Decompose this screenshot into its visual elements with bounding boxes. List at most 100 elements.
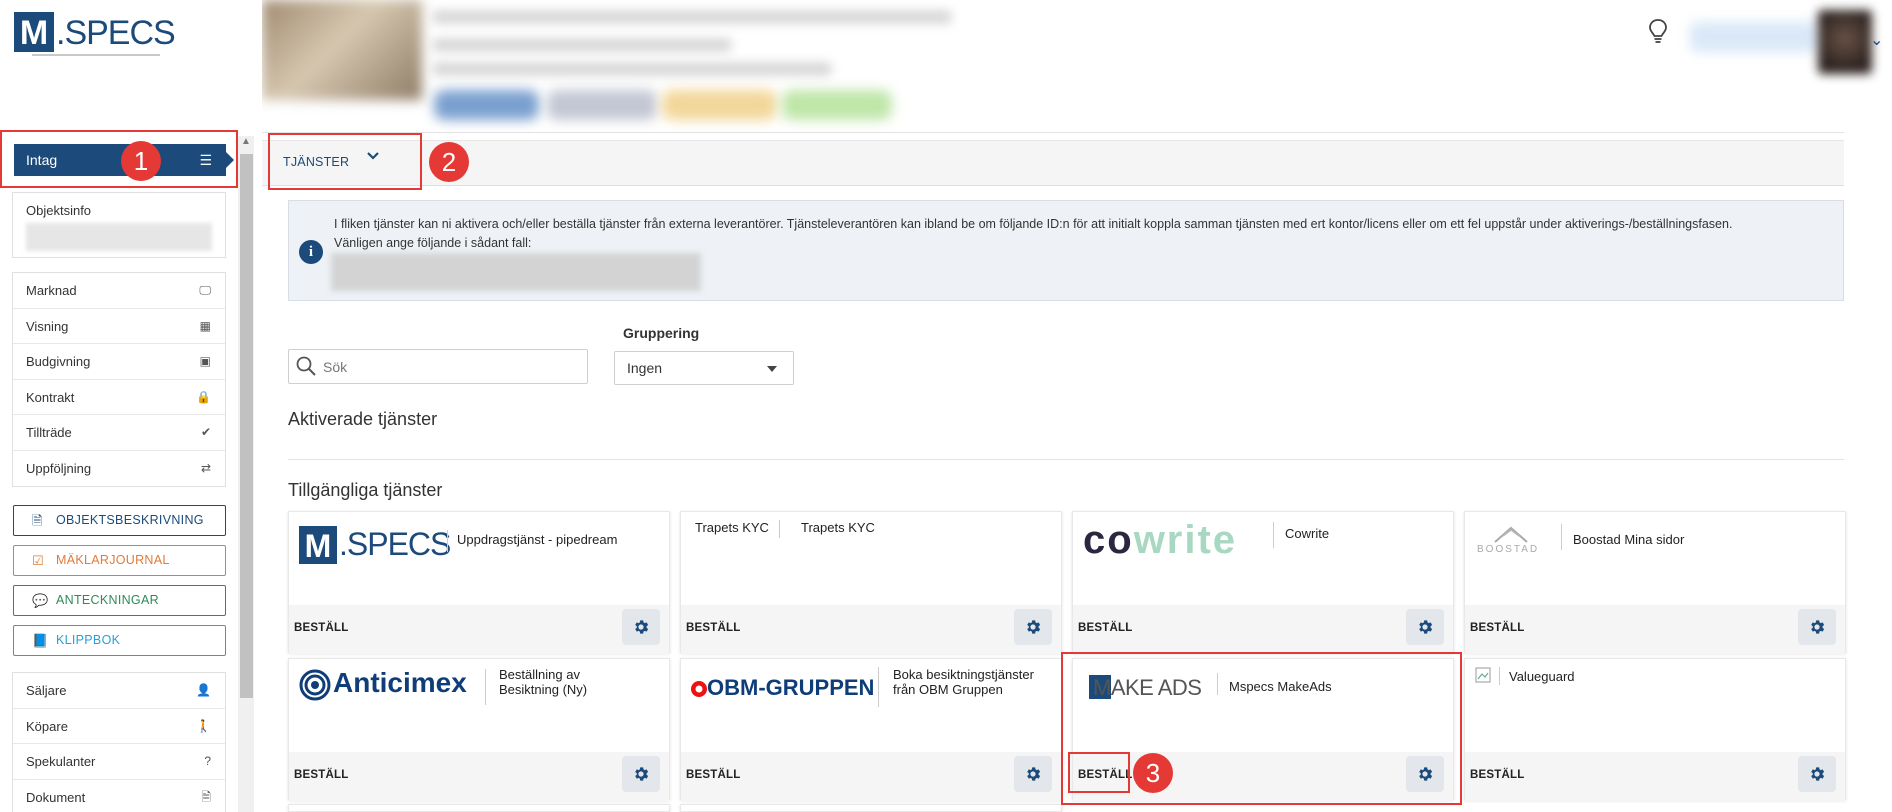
sidebar-item-budgivning[interactable]: Budgivning ▣	[13, 344, 225, 380]
anteckningar-button[interactable]: 💬 ANTECKNINGAR	[13, 585, 226, 616]
service-card	[680, 804, 1062, 812]
blurred-text	[432, 62, 832, 76]
sidebar-item-visning[interactable]: Visning ▦	[13, 309, 225, 344]
info-text-line-2: Vänligen ange följande i sådant fall:	[334, 236, 532, 250]
monitor-icon: 🖵	[199, 283, 211, 297]
info-box: i I fliken tjänster kan ni aktivera och/…	[288, 200, 1844, 301]
settings-button[interactable]	[1798, 609, 1836, 645]
gear-icon	[1811, 620, 1825, 634]
service-card: Valueguard BESTÄLL	[1464, 658, 1846, 801]
sidebar-item-marknad[interactable]: Marknad 🖵	[13, 273, 225, 309]
sidebar-item-dokument[interactable]: Dokument 🗎	[13, 780, 225, 812]
service-card	[288, 804, 670, 812]
anticimex-logo-icon	[299, 669, 331, 701]
service-title: Boostad Mina sidor	[1573, 532, 1685, 547]
settings-button[interactable]	[622, 756, 660, 792]
avatar[interactable]	[1818, 10, 1872, 74]
step-badge-1: 1	[121, 141, 161, 181]
sidebar-item-säljare[interactable]: Säljare 👤	[13, 673, 225, 709]
settings-button[interactable]	[622, 609, 660, 645]
activated-services-heading: Aktiverade tjänster	[288, 409, 438, 429]
objektsinfo-card[interactable]: Objektsinfo	[12, 192, 226, 258]
highlight-box-2	[268, 133, 422, 190]
section-divider	[288, 459, 1844, 460]
blurred-object-info	[26, 223, 212, 251]
service-card: M .SPECS Uppdragstjänst - pipedream BEST…	[288, 511, 670, 654]
sidebar-item-label: Spekulanter	[26, 754, 96, 769]
user-name[interactable]	[1690, 22, 1820, 52]
order-button[interactable]: BESTÄLL	[686, 769, 740, 781]
blurred-ids	[331, 253, 701, 291]
mäklarjournal-button[interactable]: ☑ MÄKLARJOURNAL	[13, 545, 226, 576]
order-button[interactable]: BESTÄLL	[1078, 622, 1132, 634]
mspecs-logo[interactable]: M .SPECS	[14, 12, 176, 62]
order-button[interactable]: BESTÄLL	[686, 622, 740, 634]
button-label: MÄKLARJOURNAL	[56, 553, 170, 567]
sidebar-item-tillträde[interactable]: Tillträde ✔	[13, 415, 225, 451]
check-icon: ✔	[200, 425, 211, 439]
checkbox-icon: ☑	[32, 553, 44, 568]
button-label: KLIPPBOK	[56, 633, 121, 647]
sidebar-item-label: Kontrakt	[26, 389, 75, 405]
lock-icon: 🔒	[196, 389, 211, 404]
order-button[interactable]: BESTÄLL	[294, 769, 348, 781]
service-card-body: Anticimex Beställning av Besiktning (Ny)	[289, 659, 669, 752]
service-card-footer: BESTÄLL	[681, 605, 1061, 654]
info-text: I fliken tjänster kan ni aktivera och/el…	[334, 215, 1824, 253]
order-button[interactable]: BESTÄLL	[294, 622, 348, 634]
lightbulb-icon[interactable]	[1648, 18, 1668, 46]
person-icon: 🚶	[196, 718, 211, 733]
search-input[interactable]	[323, 356, 578, 378]
scroll-up-arrow[interactable]: ▲	[241, 136, 251, 147]
logo-underline	[32, 54, 160, 56]
service-card-body: BOOSTAD Boostad Mina sidor	[1465, 512, 1845, 605]
sidebar-item-label: Tillträde	[26, 425, 72, 440]
settings-button[interactable]	[1014, 609, 1052, 645]
blurred-text	[432, 10, 952, 24]
sidebar-item-uppföljning[interactable]: Uppföljning ⇄	[13, 451, 225, 487]
service-card-footer: BESTÄLL	[1073, 605, 1453, 654]
service-card-body: cowrite Cowrite	[1073, 512, 1453, 605]
sidebar-item-spekulanter[interactable]: Spekulanter?	[13, 744, 225, 780]
document-icon: 🗎	[32, 513, 43, 528]
service-card-body: Trapets KYC Trapets KYC	[681, 512, 1061, 605]
order-button[interactable]: BESTÄLL	[1470, 622, 1524, 634]
chevron-down-icon[interactable]: ⌄	[1870, 30, 1883, 50]
service-card: BOOSTAD Boostad Mina sidor BESTÄLL	[1464, 511, 1846, 654]
logo-separator	[1273, 522, 1274, 548]
gear-icon	[635, 620, 649, 634]
sidebar-item-label: Marknad	[26, 283, 77, 298]
objektsbeskrivning-button[interactable]: 🗎 OBJEKTSBESKRIVNING	[13, 505, 226, 536]
step-badge-2: 2	[429, 142, 469, 182]
gear-icon	[1419, 620, 1433, 634]
sidebar-scrollbar-thumb[interactable]	[240, 154, 253, 698]
logo-separator	[779, 520, 780, 538]
settings-button[interactable]	[1014, 756, 1052, 792]
grouping-select[interactable]: Ingen	[614, 351, 794, 385]
service-card: Anticimex Beställning av Besiktning (Ny)…	[288, 658, 670, 801]
gear-icon	[635, 767, 649, 781]
klippbok-button[interactable]: 📘 KLIPPBOK	[13, 625, 226, 656]
search-box[interactable]	[288, 349, 588, 384]
sidebar-item-label: Uppföljning	[26, 460, 92, 476]
button-label: ANTECKNINGAR	[56, 593, 159, 607]
logo-separator	[485, 669, 486, 705]
sidebar-item-label: Budgivning	[26, 354, 91, 369]
gear-icon	[1811, 767, 1825, 781]
settings-button[interactable]	[1406, 609, 1444, 645]
file-icon: 🗎	[201, 789, 211, 804]
service-card-footer: BESTÄLL	[289, 752, 669, 801]
money-icon: ▣	[199, 354, 211, 368]
order-button[interactable]: BESTÄLL	[1470, 769, 1524, 781]
service-title: Valueguard	[1509, 669, 1575, 684]
header-divider	[262, 132, 1844, 133]
property-header	[262, 0, 1002, 132]
broken-image-icon	[1475, 667, 1491, 683]
settings-button[interactable]	[1798, 756, 1836, 792]
service-card-footer: BESTÄLL	[1465, 752, 1845, 801]
service-logo-anticimex: Anticimex	[333, 667, 467, 698]
service-logo-cowrite: cowrite	[1083, 518, 1238, 562]
sidebar-item-kontrakt[interactable]: Kontrakt 🔒	[13, 380, 225, 415]
logo-specs: .SPECS	[56, 14, 176, 52]
sidebar-item-köpare[interactable]: Köpare 🚶	[13, 709, 225, 744]
